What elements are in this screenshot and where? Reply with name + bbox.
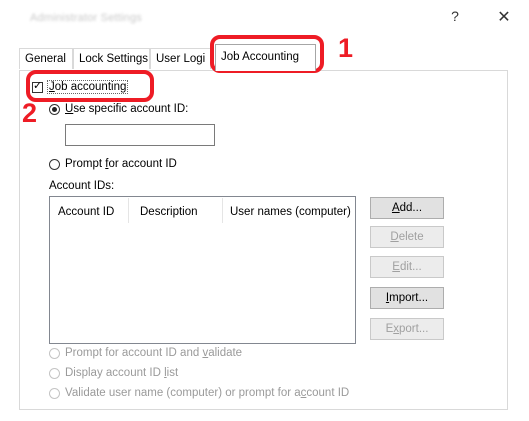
display-list-option-label: Display account ID list xyxy=(65,367,179,379)
checkmark-icon: ✓ xyxy=(33,79,43,92)
validate-user-option-radio[interactable] xyxy=(49,387,60,399)
tab-job-accounting[interactable]: Job Accounting xyxy=(215,44,316,71)
use-specific-account-radio[interactable] xyxy=(49,103,60,115)
account-ids-label: Account IDs: xyxy=(49,180,115,192)
validate-option-label: Prompt for account ID and validate xyxy=(65,347,243,359)
column-divider[interactable] xyxy=(128,198,129,223)
tab-user-login[interactable]: User Logi xyxy=(150,48,211,69)
tab-general[interactable]: General xyxy=(19,48,73,69)
window-title: Administrator Settings xyxy=(30,12,142,24)
account-id-input[interactable] xyxy=(65,124,215,146)
prompt-account-radio[interactable] xyxy=(49,158,60,170)
tab-lock-settings[interactable]: Lock Settings xyxy=(73,48,150,69)
close-button[interactable]: ✕ xyxy=(494,7,514,27)
validate-user-option-label: Validate user name (computer) or prompt … xyxy=(65,387,350,399)
add-button[interactable]: Add... xyxy=(370,197,444,219)
validate-option-row[interactable]: Prompt for account ID and validate xyxy=(49,347,242,359)
column-header-description[interactable]: Description xyxy=(140,206,198,218)
display-list-option-radio[interactable] xyxy=(49,367,60,379)
job-accounting-checkbox[interactable]: ✓ xyxy=(32,79,43,93)
delete-button[interactable]: Delete xyxy=(370,226,444,248)
help-button[interactable]: ? xyxy=(446,8,464,28)
validate-user-option-row[interactable]: Validate user name (computer) or prompt … xyxy=(49,387,349,399)
import-button[interactable]: Import... xyxy=(370,287,444,309)
validate-option-radio[interactable] xyxy=(49,347,60,359)
column-divider[interactable] xyxy=(222,198,223,223)
prompt-account-label: Prompt for account ID xyxy=(65,158,177,170)
use-specific-account-radio-row[interactable]: Use specific account ID: xyxy=(49,103,188,115)
job-accounting-checkbox-row[interactable]: ✓ Job accounting xyxy=(32,79,129,94)
prompt-account-radio-row[interactable]: Prompt for account ID xyxy=(49,158,177,170)
administrator-settings-dialog: Administrator Settings ? ✕ General Lock … xyxy=(0,0,529,421)
column-header-account-id[interactable]: Account ID xyxy=(58,206,114,218)
callout-number-1: 1 xyxy=(338,33,354,63)
use-specific-account-label: Use specific account ID: xyxy=(65,103,189,115)
display-list-option-row[interactable]: Display account ID list xyxy=(49,367,178,379)
account-id-list[interactable]: Account ID Description User names (compu… xyxy=(49,196,356,344)
callout-number-2: 2 xyxy=(22,98,38,128)
edit-button[interactable]: Edit... xyxy=(370,256,444,278)
column-header-user-names[interactable]: User names (computer) xyxy=(230,206,351,218)
job-accounting-label: Job accounting xyxy=(47,80,129,94)
export-button[interactable]: Export... xyxy=(370,318,444,340)
